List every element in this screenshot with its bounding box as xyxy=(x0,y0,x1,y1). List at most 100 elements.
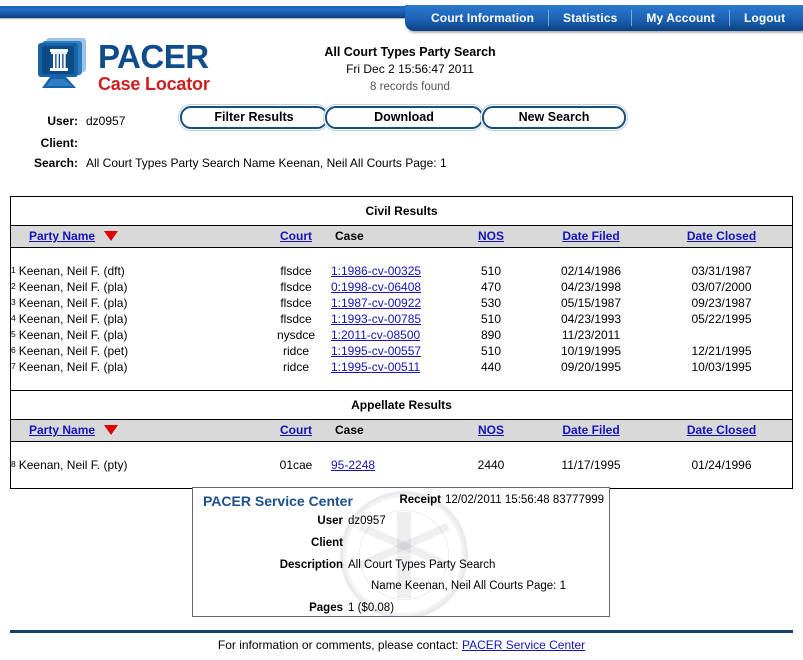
table-row: 8 Keenan, Neil F. (pty) 01cae 95-2248 244… xyxy=(11,457,792,473)
case-link[interactable]: 95-2248 xyxy=(331,458,375,472)
party-cell: 5 Keenan, Neil F. (pla) xyxy=(11,327,261,343)
case-link[interactable]: 1:1993-cv-00785 xyxy=(331,312,421,326)
logo-wordmark: PACER Case Locator xyxy=(98,38,210,95)
case-cell[interactable]: 1:1993-cv-00785 xyxy=(331,311,451,327)
case-link[interactable]: 1:1995-cv-00557 xyxy=(331,344,421,358)
civil-col-nos-link[interactable]: NOS xyxy=(478,229,504,243)
footer-text: For information or comments, please cont… xyxy=(217,638,459,652)
search-label: Search: xyxy=(33,156,78,170)
court-cell: flsdce xyxy=(280,280,312,294)
pacer-logo[interactable]: PACER Case Locator xyxy=(36,36,226,104)
appellate-results-title: Appellate Results xyxy=(11,391,792,420)
case-cell[interactable]: 1:1986-cv-00325 xyxy=(331,263,451,279)
date-filed-cell: 11/23/2011 xyxy=(561,328,621,342)
court-cell: flsdce xyxy=(280,312,312,326)
party-name: Keenan, Neil F. (pet) xyxy=(18,344,129,358)
receipt-number-label: Receipt xyxy=(399,494,441,506)
case-link[interactable]: 1:1995-cv-00511 xyxy=(331,360,420,374)
civil-col-date-closed-link[interactable]: Date Closed xyxy=(687,229,756,243)
case-link[interactable]: 1:2011-cv-08500 xyxy=(331,328,420,342)
appellate-col-date-closed-link[interactable]: Date Closed xyxy=(687,423,756,437)
nav-court-information[interactable]: Court Information xyxy=(417,11,548,25)
filter-results-button[interactable]: Filter Results xyxy=(180,106,328,129)
date-closed-cell: 05/22/1995 xyxy=(691,312,752,326)
nav-logout[interactable]: Logout xyxy=(730,11,799,25)
date-filed-cell: 05/15/1987 xyxy=(560,296,622,310)
sort-descending-icon[interactable] xyxy=(104,425,119,435)
new-search-button[interactable]: New Search xyxy=(482,106,626,129)
civil-col-court[interactable]: Court xyxy=(261,226,331,248)
search-title-block: All Court Types Party Search Fri Dec 2 1… xyxy=(250,44,570,96)
logo-primary-text: PACER xyxy=(98,38,209,75)
party-cell: 6 Keenan, Neil F. (pet) xyxy=(11,343,261,359)
case-cell[interactable]: 1:1987-cv-00922 xyxy=(331,295,451,311)
page-header: PACER Case Locator All Court Types Party… xyxy=(0,34,803,106)
date-closed-cell: 01/24/1996 xyxy=(691,458,752,472)
download-button[interactable]: Download xyxy=(325,106,483,129)
court-cell: ridce xyxy=(282,344,309,358)
case-cell[interactable]: 95-2248 xyxy=(331,457,451,473)
receipt-user-value: dz0957 xyxy=(348,515,386,527)
case-link[interactable]: 1:1987-cv-00922 xyxy=(331,296,421,310)
appellate-col-nos[interactable]: NOS xyxy=(451,420,531,442)
civil-col-party-name[interactable]: Party Name xyxy=(11,226,261,248)
footer-contact-link[interactable]: PACER Service Center xyxy=(462,638,585,652)
records-found-count: 8 records found xyxy=(370,81,450,93)
pacer-service-center-receipt: PACER Service Center Receipt 12/02/2011 … xyxy=(192,487,610,617)
case-link[interactable]: 1:1986-cv-00325 xyxy=(331,264,421,278)
table-row: 5 Keenan, Neil F. (pla) nysdce 1:2011-cv-… xyxy=(11,327,792,343)
case-link[interactable]: 0:1998-cv-06408 xyxy=(331,280,421,294)
date-filed-cell: 04/23/1998 xyxy=(560,280,622,294)
party-name: Keenan, Neil F. (pla) xyxy=(18,360,128,374)
date-closed-cell: 03/31/1987 xyxy=(691,264,752,278)
row-number: 1 xyxy=(11,265,16,275)
appellate-col-party-name[interactable]: Party Name xyxy=(11,420,261,442)
nav-my-account[interactable]: My Account xyxy=(632,11,729,25)
civil-col-date-filed[interactable]: Date Filed xyxy=(531,226,651,248)
date-filed-cell: 11/17/1995 xyxy=(561,458,621,472)
date-filed-cell: 04/23/1993 xyxy=(560,312,622,326)
appellate-top-spacer xyxy=(11,442,792,458)
row-number: 3 xyxy=(11,297,16,307)
logo-secondary-text: Case Locator xyxy=(98,74,210,94)
court-cell: flsdce xyxy=(280,264,312,278)
civil-col-party-name-link[interactable]: Party Name xyxy=(29,229,95,243)
party-cell: 8 Keenan, Neil F. (pty) xyxy=(11,457,261,473)
table-row: 4 Keenan, Neil F. (pla) flsdce 1:1993-cv-… xyxy=(11,311,792,327)
row-number: 8 xyxy=(11,459,16,469)
sort-descending-icon[interactable] xyxy=(104,231,119,241)
civil-results-title: Civil Results xyxy=(11,197,792,226)
appellate-col-nos-link[interactable]: NOS xyxy=(478,423,504,437)
civil-col-date-closed[interactable]: Date Closed xyxy=(651,226,792,248)
appellate-col-date-filed[interactable]: Date Filed xyxy=(531,420,651,442)
case-cell[interactable]: 1:1995-cv-00557 xyxy=(331,343,451,359)
row-number: 5 xyxy=(11,329,16,339)
receipt-title: PACER Service Center xyxy=(203,493,353,509)
row-number: 4 xyxy=(11,313,16,323)
appellate-col-date-filed-link[interactable]: Date Filed xyxy=(562,423,619,437)
civil-col-court-link[interactable]: Court xyxy=(280,229,312,243)
appellate-col-court[interactable]: Court xyxy=(261,420,331,442)
appellate-col-party-name-link[interactable]: Party Name xyxy=(29,423,95,437)
appellate-bottom-spacer xyxy=(11,473,792,488)
date-closed-cell: 12/21/1995 xyxy=(691,344,752,358)
civil-col-nos[interactable]: NOS xyxy=(451,226,531,248)
case-cell[interactable]: 0:1998-cv-06408 xyxy=(331,279,451,295)
case-cell[interactable]: 1:2011-cv-08500 xyxy=(331,327,451,343)
nav-statistics[interactable]: Statistics xyxy=(549,11,631,25)
case-cell[interactable]: 1:1995-cv-00511 xyxy=(331,359,451,375)
court-cell: flsdce xyxy=(280,296,312,310)
civil-results-table: Party Name Court Case NOS Date Filed Dat… xyxy=(11,226,792,390)
appellate-col-court-link[interactable]: Court xyxy=(280,423,312,437)
nav-divider xyxy=(631,10,633,26)
results-panel: Civil Results Party Name Court Case NOS xyxy=(10,196,793,489)
table-row: 7 Keenan, Neil F. (pla) ridce 1:1995-cv-0… xyxy=(11,359,792,375)
nos-cell: 440 xyxy=(480,360,502,374)
user-value: dz0957 xyxy=(86,114,126,128)
search-summary-block: User: dz0957 Client: Search: All Court T… xyxy=(0,106,803,174)
civil-col-date-filed-link[interactable]: Date Filed xyxy=(562,229,619,243)
date-filed-cell: 09/20/1995 xyxy=(560,360,622,374)
appellate-col-date-closed[interactable]: Date Closed xyxy=(651,420,792,442)
row-number: 7 xyxy=(11,361,16,371)
nos-cell: 890 xyxy=(480,328,502,342)
